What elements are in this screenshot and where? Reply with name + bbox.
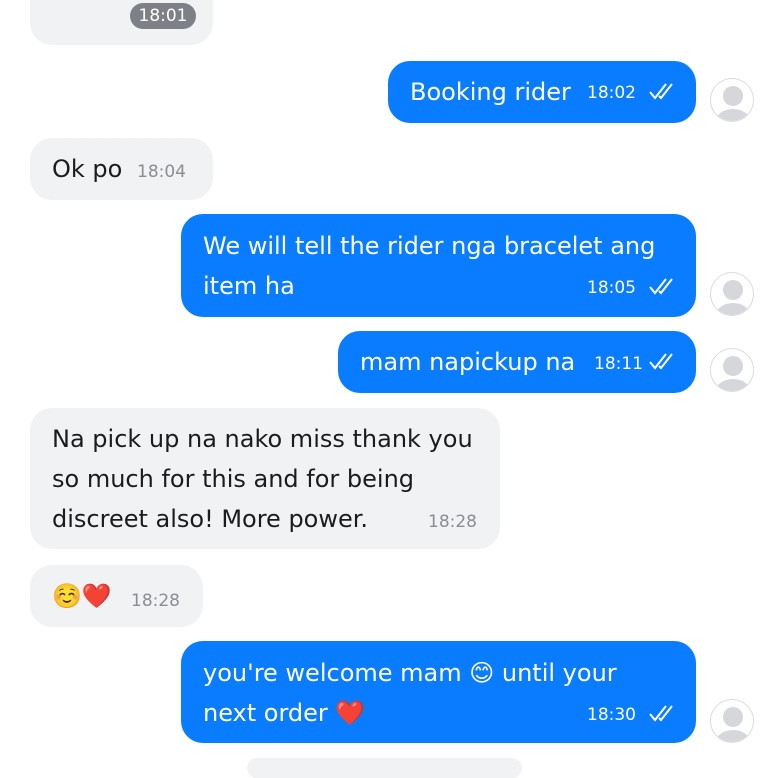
message-time: 18:28 <box>131 591 180 611</box>
message-bubble-incoming[interactable]: 18:01 <box>30 0 213 45</box>
message-text-line: next order ❤️ <box>203 699 366 727</box>
message-text: Booking rider <box>410 78 571 106</box>
message-bubble-outgoing[interactable]: We will tell the rider nga bracelet ang … <box>181 214 696 317</box>
message-time: 18:30 <box>587 705 636 725</box>
avatar[interactable] <box>710 348 754 392</box>
avatar[interactable] <box>710 78 754 122</box>
message-time: 18:04 <box>137 162 186 182</box>
read-receipt-icon <box>649 353 673 370</box>
message-time-pill: 18:01 <box>130 3 196 29</box>
message-bubble-incoming[interactable]: Ok po 18:04 <box>30 138 213 200</box>
message-time: 18:02 <box>587 83 636 103</box>
message-time: 18:28 <box>428 512 477 532</box>
message-emoji: ☺️❤️ <box>52 582 112 610</box>
message-time: 18:11 <box>594 354 643 374</box>
message-time: 18:05 <box>587 278 636 298</box>
avatar[interactable] <box>710 699 754 743</box>
message-text-line: Na pick up na nako miss thank you <box>52 425 473 453</box>
message-text-line: discreet also! More power. <box>52 505 369 533</box>
message-text: mam napickup na <box>360 348 576 376</box>
message-text-line: so much for this and for being <box>52 465 415 493</box>
avatar[interactable] <box>710 272 754 316</box>
message-text-line: We will tell the rider nga bracelet ang <box>203 232 656 260</box>
read-receipt-icon <box>649 83 673 100</box>
message-text-line: you're welcome mam 😊 until your <box>203 659 617 687</box>
message-bubble-incoming[interactable]: Na pick up na nako miss thank you so muc… <box>30 408 500 549</box>
user-avatar-icon <box>716 280 750 315</box>
message-bubble-incoming[interactable]: ☺️❤️ 18:28 <box>30 565 203 627</box>
read-receipt-icon <box>649 278 673 295</box>
message-bubble-incoming[interactable] <box>247 758 522 778</box>
user-avatar-icon <box>716 707 750 742</box>
message-text: Ok po <box>52 155 123 183</box>
message-text-line: item ha <box>203 272 295 300</box>
user-avatar-icon <box>716 86 750 121</box>
message-bubble-outgoing[interactable]: mam napickup na 18:11 <box>338 331 696 393</box>
read-receipt-icon <box>649 705 673 722</box>
user-avatar-icon <box>716 356 750 391</box>
message-bubble-outgoing[interactable]: you're welcome mam 😊 until your next ord… <box>181 641 696 743</box>
message-bubble-outgoing[interactable]: Booking rider 18:02 <box>388 61 696 123</box>
